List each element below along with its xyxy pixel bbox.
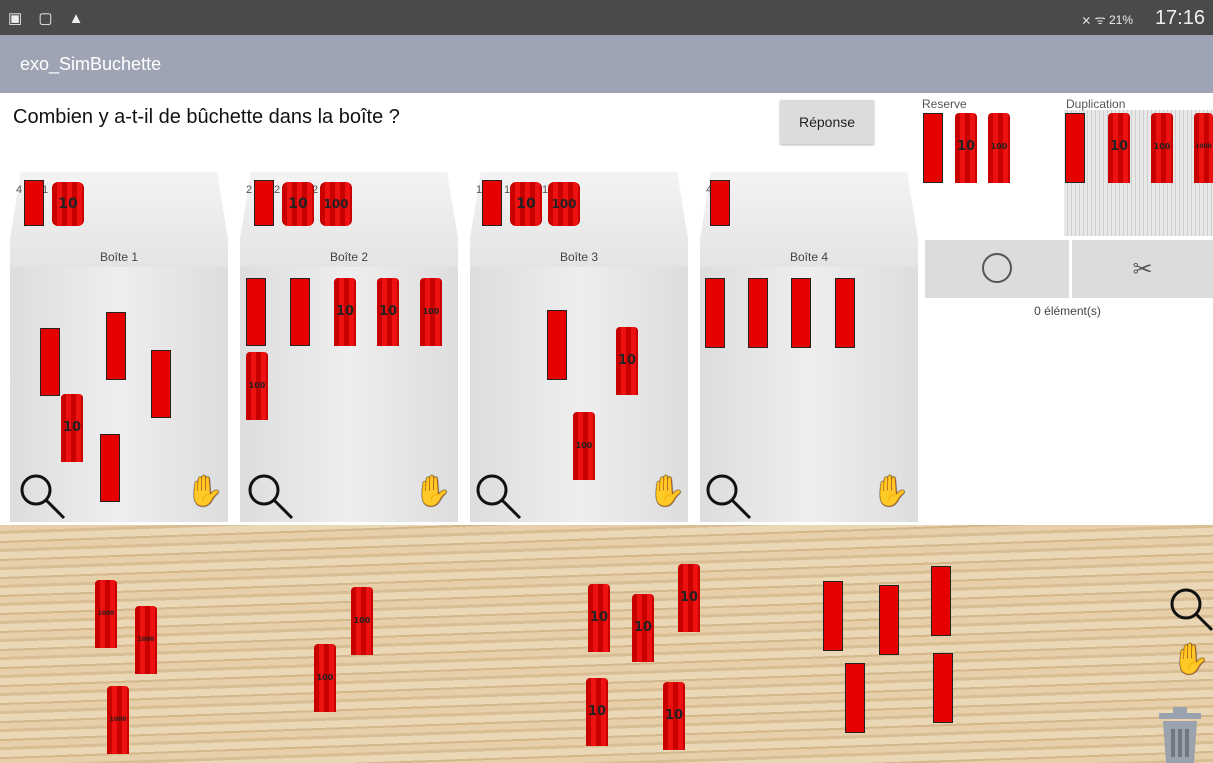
lid-bundle-ten[interactable]: 10 (510, 182, 542, 226)
stick[interactable] (246, 278, 266, 346)
bundle-hundred[interactable]: 100 (246, 352, 268, 420)
reserve-bundle-ten[interactable]: 10 (955, 113, 977, 183)
clock: 17:16 (1154, 7, 1205, 29)
stick[interactable] (40, 328, 60, 396)
trash-icon[interactable] (1155, 705, 1205, 763)
dup-bundle-thousand[interactable]: 1000 (1194, 113, 1213, 183)
circle-icon (982, 252, 1012, 283)
table-stick[interactable] (931, 566, 951, 636)
regroup-button[interactable] (925, 240, 1069, 298)
reserve-label: Reserve (922, 97, 967, 111)
bundle-ten[interactable]: 10 (334, 278, 356, 346)
box-label: Boîte 4 (789, 250, 829, 264)
table-bundle-thousand[interactable]: 1000 (135, 606, 157, 674)
table-stick[interactable] (845, 663, 865, 733)
notification-icons: ▣ ▢ ▲ (8, 10, 90, 27)
app-bar: exo_SimBuchette (0, 35, 1213, 93)
table-bundle-hundred[interactable]: 100 (351, 587, 373, 655)
bundle-ten[interactable]: 10 (377, 278, 399, 346)
split-button[interactable]: ✂ (1072, 240, 1213, 298)
table-bundle-thousand[interactable]: 1000 (107, 686, 129, 754)
search-icon[interactable] (1168, 586, 1213, 634)
lid-bundle-ten[interactable]: 10 (52, 182, 84, 226)
box-count-units: 4 (16, 184, 23, 196)
bundle-hundred[interactable]: 100 (573, 412, 595, 480)
duplication-area[interactable] (1064, 110, 1213, 236)
status-bar: ▣ ▢ ▲ ⨯ ᯤ 21% 17:16 (0, 0, 1213, 35)
hand-icon[interactable]: ✋ (648, 474, 685, 509)
reserve-stick[interactable] (923, 113, 943, 183)
box-count-units: 2 (246, 184, 253, 196)
stick[interactable] (290, 278, 310, 346)
hand-icon[interactable]: ✋ (872, 474, 909, 509)
dup-stick[interactable] (1065, 113, 1085, 183)
stick[interactable] (100, 434, 120, 502)
table-bundle-ten[interactable]: 10 (586, 678, 608, 746)
box-2[interactable]: 2 2 2 10 100 Boîte 2 10 10 100 100 ✋ (240, 172, 458, 522)
table-bundle-thousand[interactable]: 1000 (95, 580, 117, 648)
table-bundle-hundred[interactable]: 100 (314, 644, 336, 712)
box-label: Boîte 3 (559, 250, 599, 264)
table-bundle-ten[interactable]: 10 (588, 584, 610, 652)
bundle-ten[interactable]: 10 (61, 394, 83, 462)
box-1[interactable]: 4 1 10 Boîte 1 10 ✋ (10, 172, 228, 522)
lid-stick[interactable] (482, 180, 502, 226)
hand-icon[interactable]: ✋ (1172, 642, 1209, 677)
stick[interactable] (151, 350, 171, 418)
scissors-icon: ✂ (1132, 255, 1153, 283)
table-stick[interactable] (823, 581, 843, 651)
stick[interactable] (705, 278, 725, 348)
search-icon[interactable] (704, 472, 754, 522)
reponse-button[interactable]: Réponse (780, 100, 874, 144)
stick[interactable] (748, 278, 768, 348)
question-text: Combien y a-t-il de bûchette dans la boî… (13, 106, 400, 128)
hand-icon[interactable]: ✋ (414, 474, 451, 509)
stick[interactable] (791, 278, 811, 348)
lid-bundle-hundred[interactable]: 100 (320, 182, 352, 226)
search-icon[interactable] (474, 472, 524, 522)
hand-icon[interactable]: ✋ (186, 474, 223, 509)
lid-bundle-ten[interactable]: 10 (282, 182, 314, 226)
table-stick[interactable] (879, 585, 899, 655)
lid-stick[interactable] (710, 180, 730, 226)
stick[interactable] (547, 310, 567, 380)
search-icon[interactable] (246, 472, 296, 522)
stick[interactable] (835, 278, 855, 348)
dup-bundle-ten[interactable]: 10 (1108, 113, 1130, 183)
dup-bundle-hundred[interactable]: 100 (1151, 113, 1173, 183)
search-icon[interactable] (18, 472, 68, 522)
bundle-ten[interactable]: 10 (616, 327, 638, 395)
element-count: 0 élément(s) (1034, 304, 1101, 318)
box-count-tens: 2 (274, 184, 281, 196)
table-stick[interactable] (933, 653, 953, 723)
stick[interactable] (106, 312, 126, 380)
box-4[interactable]: 4 Boîte 4 ✋ (700, 172, 918, 522)
box-label: Boîte 1 (99, 250, 139, 264)
box-3[interactable]: 1 1 1 10 100 Boîte 3 10 100 ✋ (470, 172, 688, 522)
lid-stick[interactable] (24, 180, 44, 226)
table-bundle-ten[interactable]: 10 (632, 594, 654, 662)
lid-bundle-hundred[interactable]: 100 (548, 182, 580, 226)
table-bundle-ten[interactable]: 10 (663, 682, 685, 750)
system-indicators: ⨯ ᯤ 21% (1081, 13, 1133, 27)
bundle-hundred[interactable]: 100 (420, 278, 442, 346)
lid-stick[interactable] (254, 180, 274, 226)
duplication-label: Duplication (1066, 97, 1126, 111)
box-label: Boîte 2 (329, 250, 369, 264)
app-title: exo_SimBuchette (20, 54, 162, 74)
table-bundle-ten[interactable]: 10 (678, 564, 700, 632)
reserve-bundle-hundred[interactable]: 100 (988, 113, 1010, 183)
